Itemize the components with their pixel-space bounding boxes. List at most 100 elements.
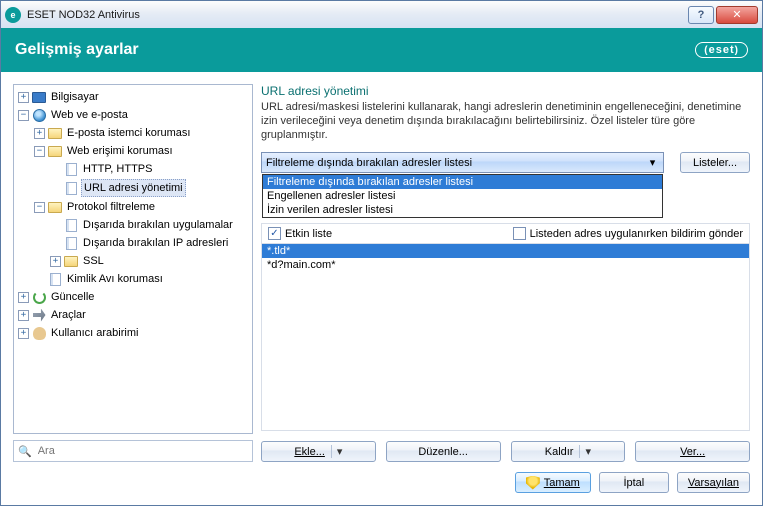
search-input[interactable] <box>36 444 248 458</box>
list-item[interactable]: *d?main.com* <box>262 258 749 272</box>
tree-label: Web ve e-posta <box>49 107 130 123</box>
lists-button[interactable]: Listeler... <box>680 152 750 173</box>
tree-label: Dışarıda bırakılan IP adresleri <box>81 235 230 251</box>
folder-icon <box>47 199 63 215</box>
tree-spacer <box>50 164 61 175</box>
folder-icon <box>47 125 63 141</box>
header-band: Gelişmiş ayarlar (eset) <box>0 28 763 72</box>
tree-label: SSL <box>81 253 106 269</box>
content: + Bilgisayar − Web ve e-posta + E-posta istem… <box>1 72 762 462</box>
tree-label: E-posta istemci koruması <box>65 125 192 141</box>
tree-item[interactable]: − Web ve e-posta <box>18 106 250 124</box>
combo-option[interactable]: Engellenen adresler listesi <box>263 189 662 203</box>
expand-icon[interactable]: + <box>34 128 45 139</box>
expand-icon[interactable]: + <box>18 92 29 103</box>
tools-icon <box>31 307 47 323</box>
tree-label: Dışarıda bırakılan uygulamalar <box>81 217 235 233</box>
window-controls: ? ✕ <box>688 6 758 24</box>
tree-item[interactable]: + Araçlar <box>18 306 250 324</box>
tree-item[interactable]: HTTP, HTTPS <box>50 160 250 178</box>
list-action-buttons: Ekle...▾ Düzenle... Kaldır▾ Ver... <box>261 441 750 462</box>
page-icon <box>63 180 79 196</box>
tree-label: Web erişimi koruması <box>65 143 175 159</box>
page-icon <box>63 235 79 251</box>
edit-button[interactable]: Düzenle... <box>386 441 501 462</box>
tree-label: Güncelle <box>49 289 96 305</box>
tree-label: URL adresi yönetimi <box>81 179 186 197</box>
shield-icon <box>526 476 540 490</box>
default-button[interactable]: Varsayılan <box>677 472 750 493</box>
monitor-icon <box>31 89 47 105</box>
tree-label: Kimlik Avı koruması <box>65 271 165 287</box>
brand-logo: (eset) <box>695 42 748 58</box>
tree-item[interactable]: + Güncelle <box>18 288 250 306</box>
active-list-checkbox[interactable]: ✓ <box>268 227 281 240</box>
page-icon <box>63 161 79 177</box>
tree-spacer <box>50 220 61 231</box>
user-icon <box>31 325 47 341</box>
main-panel: URL adresi yönetimi URL adresi/maskesi l… <box>261 84 750 462</box>
tree-spacer <box>50 238 61 249</box>
section-description: URL adresi/maskesi listelerini kullanara… <box>261 100 750 142</box>
address-list[interactable]: *.tld**d?main.com* <box>261 243 750 431</box>
page-icon <box>47 271 63 287</box>
add-button[interactable]: Ekle...▾ <box>261 441 376 462</box>
help-button[interactable]: ? <box>688 6 714 24</box>
combo-option[interactable]: İzin verilen adresler listesi <box>263 203 662 217</box>
tree-item[interactable]: − Web erişimi koruması <box>34 142 250 160</box>
window-title: ESET NOD32 Antivirus <box>27 9 688 21</box>
close-button[interactable]: ✕ <box>716 6 758 24</box>
nav-tree[interactable]: + Bilgisayar − Web ve e-posta + E-posta istem… <box>13 84 253 434</box>
tree-panel: + Bilgisayar − Web ve e-posta + E-posta istem… <box>13 84 253 462</box>
expand-icon[interactable]: + <box>18 310 29 321</box>
tree-label: HTTP, HTTPS <box>81 161 154 177</box>
tree-item[interactable]: + E-posta istemci koruması <box>34 124 250 142</box>
combo-option[interactable]: Filtreleme dışında bırakılan adresler li… <box>263 175 662 189</box>
page-title: Gelişmiş ayarlar <box>15 41 139 59</box>
chevron-down-icon: ▾ <box>579 445 591 458</box>
tree-spacer <box>50 183 61 194</box>
tree-item[interactable]: + Bilgisayar <box>18 88 250 106</box>
remove-button[interactable]: Kaldır▾ <box>511 441 626 462</box>
footer: Tamam İptal Varsayılan <box>1 462 762 505</box>
folder-icon <box>47 143 63 159</box>
notify-label: Listeden adres uygulanırken bildirim gön… <box>530 228 743 240</box>
refresh-icon <box>31 289 47 305</box>
combo-row: Filtreleme dışında bırakılan adresler li… <box>261 152 750 173</box>
search-box[interactable]: 🔍 <box>13 440 253 462</box>
tree-label: Bilgisayar <box>49 89 101 105</box>
expand-icon[interactable]: + <box>50 256 61 267</box>
tree-item[interactable]: Dışarıda bırakılan IP adresleri <box>50 234 250 252</box>
expand-icon[interactable]: + <box>18 292 29 303</box>
combo-dropdown[interactable]: Filtreleme dışında bırakılan adresler li… <box>262 174 663 218</box>
section-title: URL adresi yönetimi <box>261 84 750 98</box>
notify-checkbox[interactable] <box>513 227 526 240</box>
chevron-down-icon: ▾ <box>645 156 660 169</box>
tree-spacer <box>34 274 45 285</box>
body: + Bilgisayar − Web ve e-posta + E-posta istem… <box>0 72 763 506</box>
expand-icon[interactable]: + <box>18 328 29 339</box>
tree-item[interactable]: + SSL <box>50 252 250 270</box>
tree-item[interactable]: + Kullanıcı arabirimi <box>18 324 250 342</box>
list-item[interactable]: *.tld* <box>262 244 749 258</box>
cancel-button[interactable]: İptal <box>599 472 669 493</box>
tree-label: Kullanıcı arabirimi <box>49 325 140 341</box>
tree-item[interactable]: − Protokol filtreleme <box>34 198 250 216</box>
app-icon: e <box>5 7 21 23</box>
collapse-icon[interactable]: − <box>18 110 29 121</box>
folder-icon <box>63 253 79 269</box>
collapse-icon[interactable]: − <box>34 146 45 157</box>
tree-label: Protokol filtreleme <box>65 199 157 215</box>
checks-row: ✓ Etkin liste Listeden adres uygulanırke… <box>261 223 750 243</box>
ok-button[interactable]: Tamam <box>515 472 591 493</box>
list-type-combo[interactable]: Filtreleme dışında bırakılan adresler li… <box>261 152 664 173</box>
tree-label: Araçlar <box>49 307 88 323</box>
titlebar: e ESET NOD32 Antivirus ? ✕ <box>0 0 763 28</box>
collapse-icon[interactable]: − <box>34 202 45 213</box>
globe-icon <box>31 107 47 123</box>
chevron-down-icon: ▾ <box>331 445 343 458</box>
tree-item[interactable]: Kimlik Avı koruması <box>34 270 250 288</box>
export-button[interactable]: Ver... <box>635 441 750 462</box>
tree-item[interactable]: Dışarıda bırakılan uygulamalar <box>50 216 250 234</box>
tree-item[interactable]: URL adresi yönetimi <box>50 178 250 198</box>
